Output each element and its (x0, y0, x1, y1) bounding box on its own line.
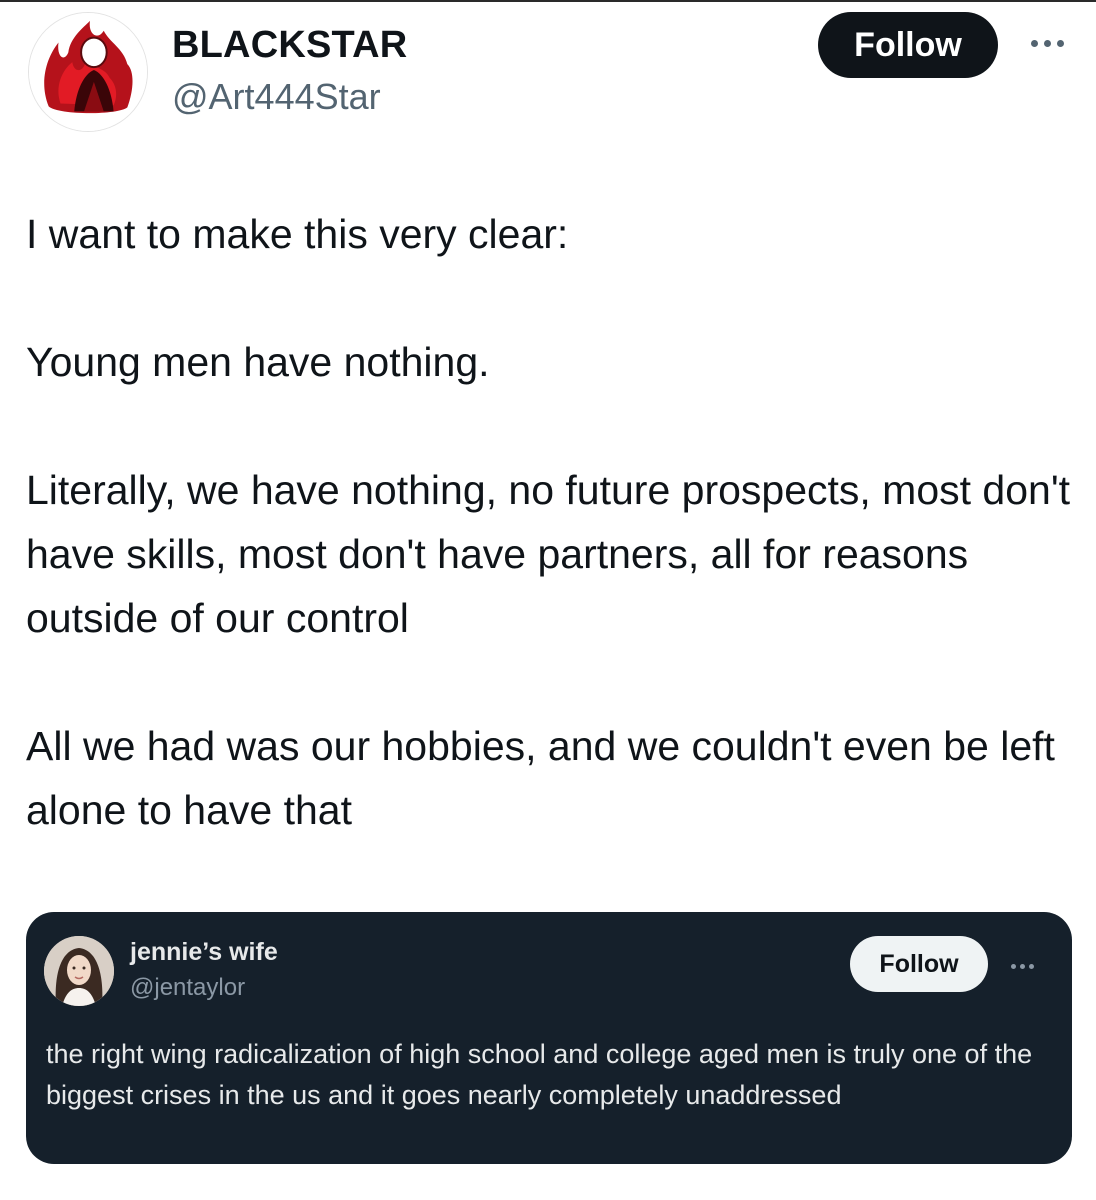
tweet-paragraph: All we had was our hobbies, and we could… (26, 723, 1055, 833)
portrait-photo-avatar-icon (44, 936, 114, 1006)
more-horizontal-icon (1010, 963, 1016, 969)
tweet-screenshot: BLACKSTAR @Art444Star Follow I want to m… (0, 0, 1096, 1200)
more-horizontal-icon-dot (1019, 963, 1025, 969)
tweet-text: I want to make this very clear: Young me… (26, 202, 1076, 842)
more-horizontal-icon-dot (1056, 39, 1064, 47)
tweet-paragraph: Young men have nothing. (26, 339, 490, 385)
more-horizontal-icon (1030, 39, 1038, 47)
quoted-author-avatar[interactable] (44, 936, 114, 1006)
quoted-author-display-name[interactable]: jennie’s wife (130, 938, 278, 967)
author-handle[interactable]: @Art444Star (172, 76, 381, 118)
more-options-button[interactable] (1022, 28, 1072, 58)
quoted-author-handle[interactable]: @jentaylor (130, 974, 245, 1002)
quoted-more-options-button[interactable] (1002, 956, 1042, 976)
quoted-post-card[interactable]: jennie’s wife @jentaylor Follow the righ… (26, 912, 1072, 1164)
author-display-name[interactable]: BLACKSTAR (172, 24, 407, 67)
author-avatar[interactable] (28, 12, 148, 132)
more-horizontal-icon-dot (1043, 39, 1051, 47)
tweet-paragraph: Literally, we have nothing, no future pr… (26, 467, 1071, 641)
tweet-paragraph: I want to make this very clear: (26, 211, 569, 257)
follow-button[interactable]: Follow (818, 12, 998, 78)
more-horizontal-icon-dot (1028, 963, 1034, 969)
red-figure-avatar-icon (29, 13, 147, 131)
quoted-follow-button[interactable]: Follow (850, 936, 988, 992)
quoted-post-text: the right wing radicalization of high sc… (46, 1039, 1033, 1110)
